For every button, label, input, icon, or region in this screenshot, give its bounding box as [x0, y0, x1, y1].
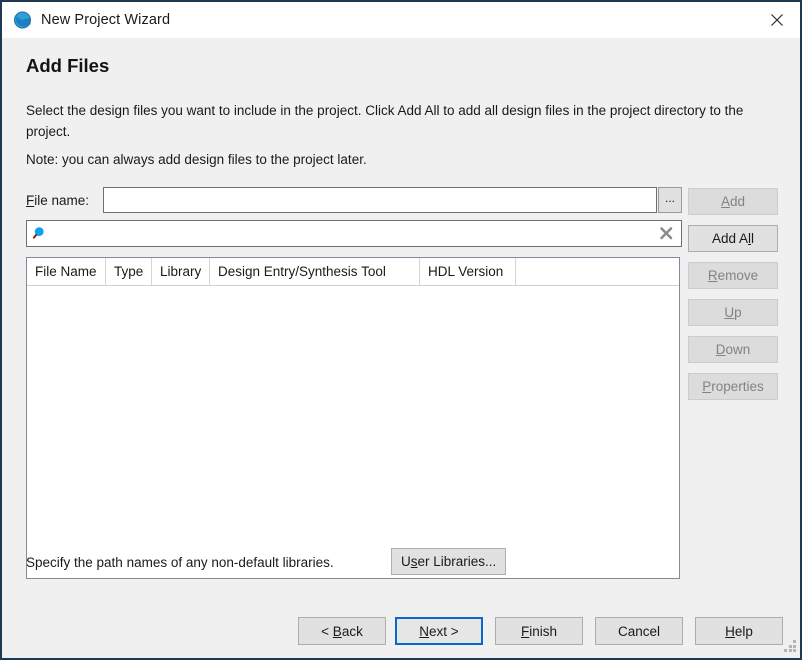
finish-button[interactable]: Finish — [495, 617, 583, 645]
move-up-button[interactable]: Up — [688, 299, 778, 326]
column-header-filler — [516, 258, 679, 285]
user-libraries-button[interactable]: User Libraries... — [391, 548, 506, 575]
close-icon[interactable] — [754, 2, 800, 38]
search-input[interactable] — [54, 222, 659, 245]
description-paragraph-2: Note: you can always add design files to… — [26, 149, 756, 170]
file-list-table[interactable]: File Name Type Library Design Entry/Synt… — [26, 257, 680, 579]
back-button[interactable]: < Back — [298, 617, 386, 645]
file-name-input[interactable] — [103, 187, 657, 213]
description-paragraph-1: Select the design files you want to incl… — [26, 100, 756, 142]
page-title: Add Files — [26, 55, 109, 77]
file-name-label: File name: — [26, 193, 89, 208]
help-button[interactable]: Help — [695, 617, 783, 645]
column-header-type[interactable]: Type — [106, 258, 152, 285]
column-header-design-entry[interactable]: Design Entry/Synthesis Tool — [210, 258, 420, 285]
column-header-hdl-version[interactable]: HDL Version — [420, 258, 516, 285]
move-down-button[interactable]: Down — [688, 336, 778, 363]
window-title-bar: New Project Wizard — [0, 0, 802, 38]
properties-button[interactable]: Properties — [688, 373, 778, 400]
globe-icon — [13, 10, 33, 30]
clear-x-icon[interactable] — [659, 226, 674, 241]
search-icon — [33, 226, 48, 241]
next-button[interactable]: Next > — [395, 617, 483, 645]
window-title: New Project Wizard — [41, 12, 170, 28]
browse-button[interactable]: ... — [658, 187, 682, 213]
dialog-content: Add Files Select the design files you wa… — [2, 38, 800, 656]
add-all-button[interactable]: Add All — [688, 225, 778, 252]
table-body[interactable] — [27, 286, 679, 578]
remove-button[interactable]: Remove — [688, 262, 778, 289]
user-libraries-description: Specify the path names of any non-defaul… — [26, 555, 334, 570]
cancel-button[interactable]: Cancel — [595, 617, 683, 645]
add-button[interactable]: Add — [688, 188, 778, 215]
search-box[interactable] — [26, 220, 682, 247]
column-header-library[interactable]: Library — [152, 258, 210, 285]
table-header-row: File Name Type Library Design Entry/Synt… — [27, 258, 679, 286]
resize-grip[interactable] — [784, 640, 797, 653]
column-header-file-name[interactable]: File Name — [27, 258, 106, 285]
